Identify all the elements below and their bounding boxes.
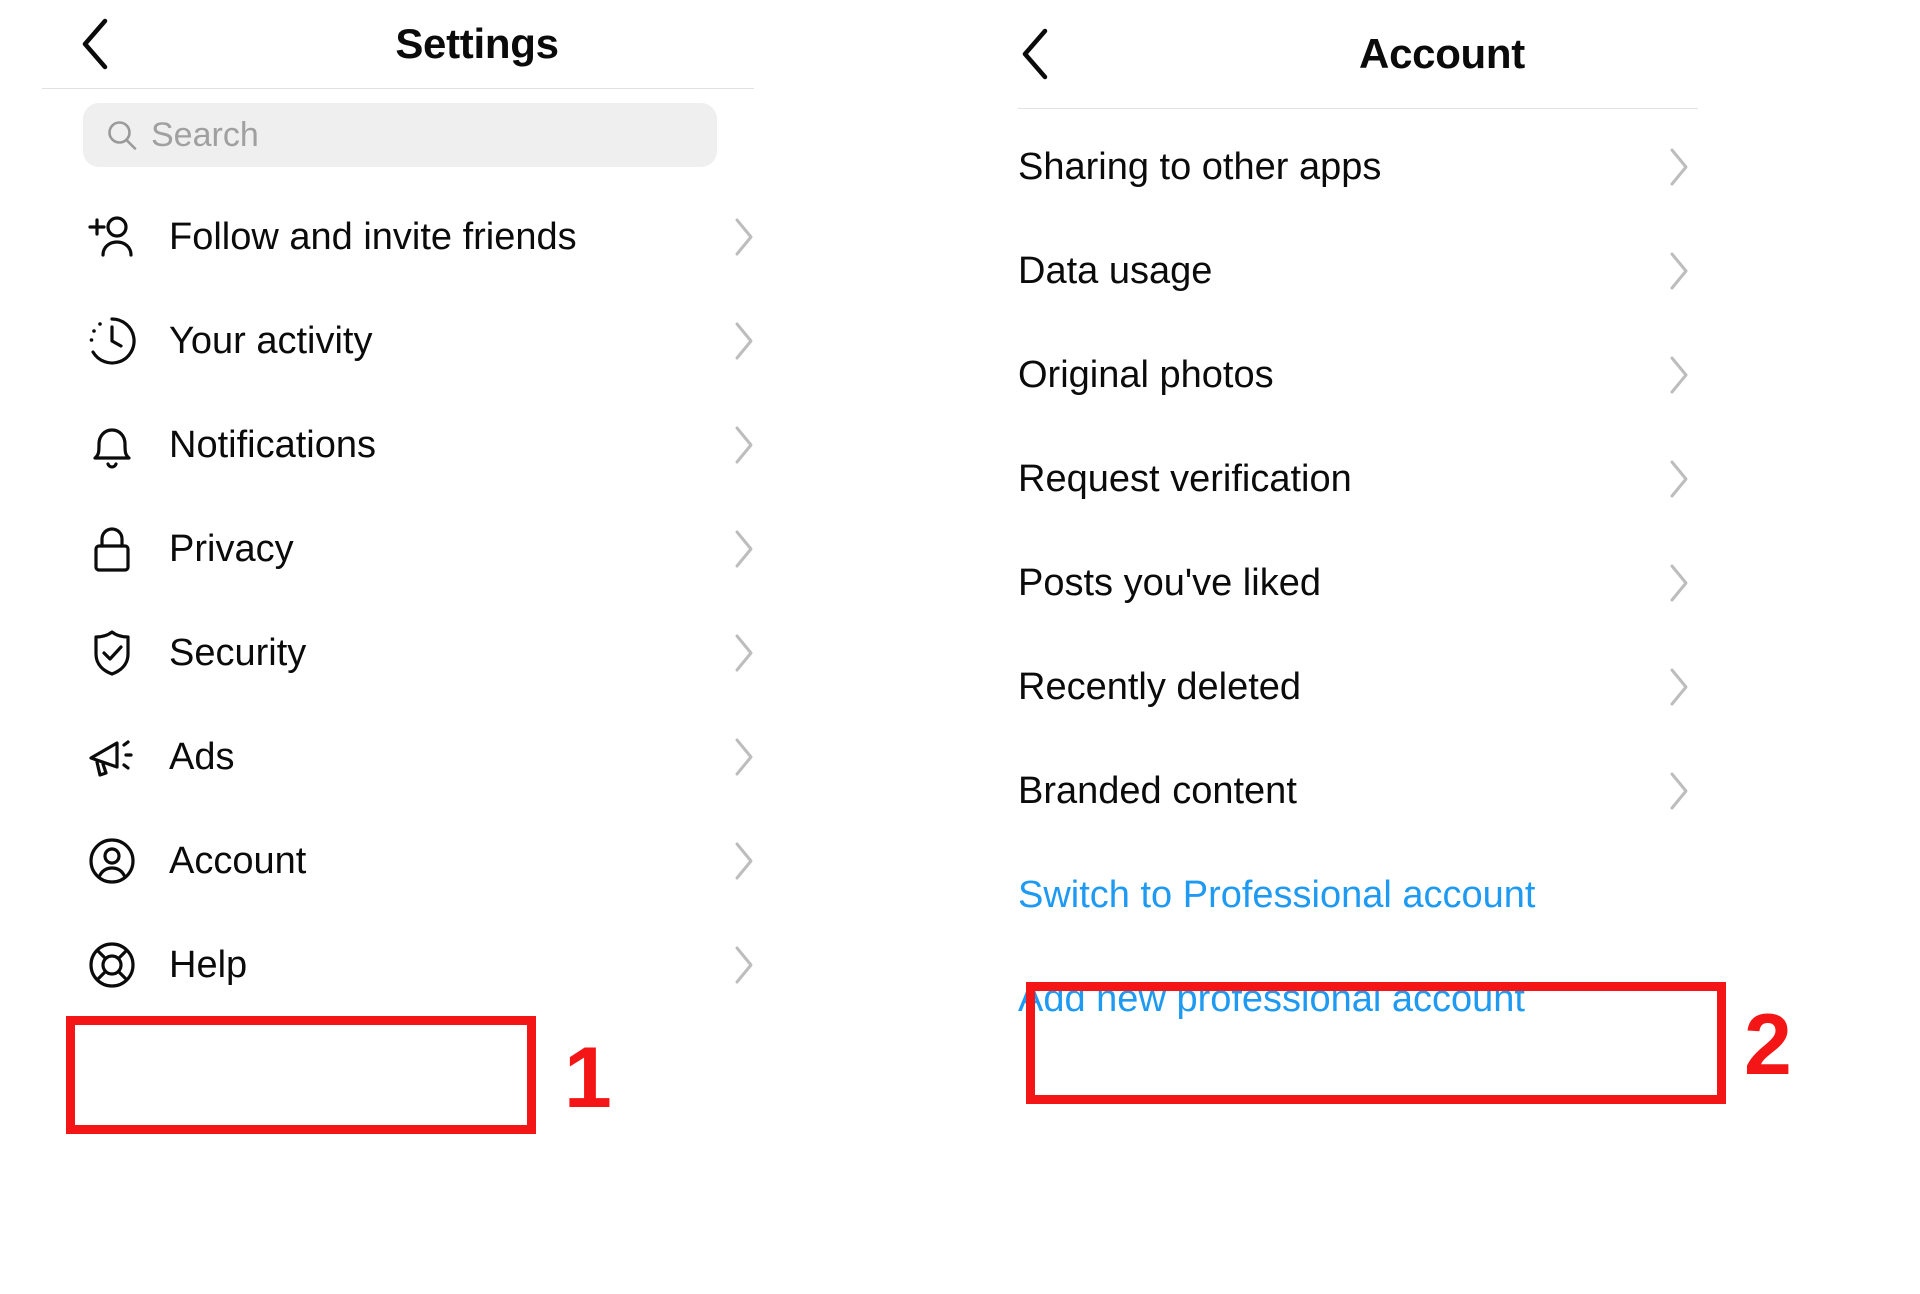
sidebar-item-your-activity[interactable]: Your activity [42,289,763,393]
page-title: Settings [395,20,559,67]
chevron-right-icon [733,217,755,257]
chevron-right-icon [733,425,755,465]
sidebar-item-label: Follow and invite friends [169,215,577,258]
chevron-right-icon [1668,563,1690,603]
account-header: Account [1018,0,1898,108]
add-new-professional-account-button[interactable]: Add new professional account [1018,947,1698,1051]
search-input[interactable] [151,115,671,155]
chevron-right-icon [1668,459,1690,499]
list-item-label: Switch to Professional account [1018,873,1536,916]
list-item-sharing-to-other-apps[interactable]: Sharing to other apps [1018,115,1698,219]
chevron-right-icon [1668,147,1690,187]
sidebar-item-account[interactable]: Account [42,809,763,913]
lock-icon [83,520,141,578]
list-item-recently-deleted[interactable]: Recently deleted [1018,635,1698,739]
megaphone-icon [83,728,141,786]
chevron-right-icon [1668,667,1690,707]
life-ring-icon [83,936,141,994]
list-item-label: Request verification [1018,457,1352,500]
list-item-label: Data usage [1018,249,1213,292]
shield-check-icon [83,624,141,682]
search-icon [105,118,139,152]
list-item-original-photos[interactable]: Original photos [1018,323,1698,427]
sidebar-item-label: Privacy [169,527,294,570]
list-item-request-verification[interactable]: Request verification [1018,427,1698,531]
header-divider [1018,108,1698,109]
account-list: Sharing to other apps Data usage Origina… [1018,115,1898,1051]
list-item-label: Add new professional account [1018,977,1525,1020]
account-panel: Account Sharing to other apps Data usage… [1018,0,1898,1294]
list-item-label: Sharing to other apps [1018,145,1382,188]
sidebar-item-security[interactable]: Security [42,601,763,705]
sidebar-item-ads[interactable]: Ads [42,705,763,809]
chevron-right-icon [733,737,755,777]
chevron-right-icon [1668,771,1690,811]
list-item-branded-content[interactable]: Branded content [1018,739,1698,843]
list-item-data-usage[interactable]: Data usage [1018,219,1698,323]
sidebar-item-label: Account [169,839,307,882]
sidebar-item-label: Help [169,943,248,986]
list-item-label: Recently deleted [1018,665,1302,708]
sidebar-item-label: Notifications [169,423,376,466]
chevron-right-icon [1668,251,1690,291]
sidebar-item-help[interactable]: Help [42,913,763,1017]
settings-header: Settings [42,0,922,88]
header-divider [42,88,754,89]
clock-activity-icon [83,312,141,370]
search-field[interactable] [83,103,717,167]
chevron-right-icon [1668,355,1690,395]
sidebar-item-notifications[interactable]: Notifications [42,393,763,497]
chevron-right-icon [733,633,755,673]
list-item-posts-youve-liked[interactable]: Posts you've liked [1018,531,1698,635]
page-title: Account [1359,30,1525,77]
person-circle-icon [83,832,141,890]
list-item-label: Original photos [1018,353,1274,396]
sidebar-item-follow-and-invite-friends[interactable]: Follow and invite friends [42,185,763,289]
chevron-right-icon [733,945,755,985]
chevron-right-icon [733,321,755,361]
sidebar-item-privacy[interactable]: Privacy [42,497,763,601]
sidebar-item-label: Your activity [169,319,373,362]
sidebar-item-label: Security [169,631,307,674]
settings-panel: Settings Follow and invite friends [42,0,922,1294]
list-item-label: Branded content [1018,769,1297,812]
list-item-label: Posts you've liked [1018,561,1321,604]
person-plus-icon [83,208,141,266]
settings-list: Follow and invite friends Your activity [42,185,922,1017]
sidebar-item-label: Ads [169,735,235,778]
bell-icon [83,416,141,474]
switch-to-professional-account-button[interactable]: Switch to Professional account [1018,843,1698,947]
chevron-right-icon [733,529,755,569]
chevron-right-icon [733,841,755,881]
